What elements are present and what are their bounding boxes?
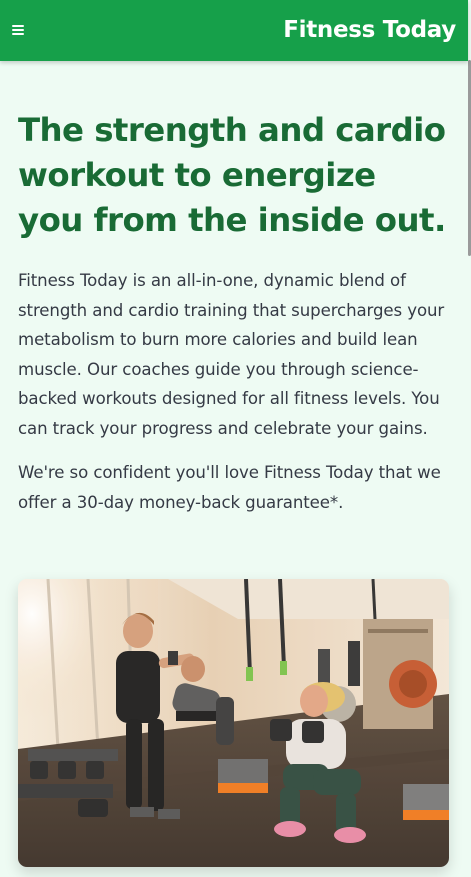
gym-scene-illustration: [18, 579, 449, 867]
workout-photo: [18, 579, 449, 867]
top-app-bar: Fitness Today: [0, 0, 468, 61]
hero-heading: The strength and cardio workout to energ…: [18, 111, 446, 239]
brand-link[interactable]: Fitness Today: [283, 14, 456, 46]
hero-section: The strength and cardio workout to energ…: [18, 108, 450, 517]
guarantee-text: We're so confident you'll love Fitness T…: [18, 463, 441, 512]
menu-button[interactable]: [6, 16, 30, 44]
page: Fitness Today The strength and cardio wo…: [0, 0, 471, 877]
hamburger-menu-icon: [12, 25, 24, 35]
hero-description: Fitness Today is an all-in-one, dynamic …: [18, 271, 445, 438]
